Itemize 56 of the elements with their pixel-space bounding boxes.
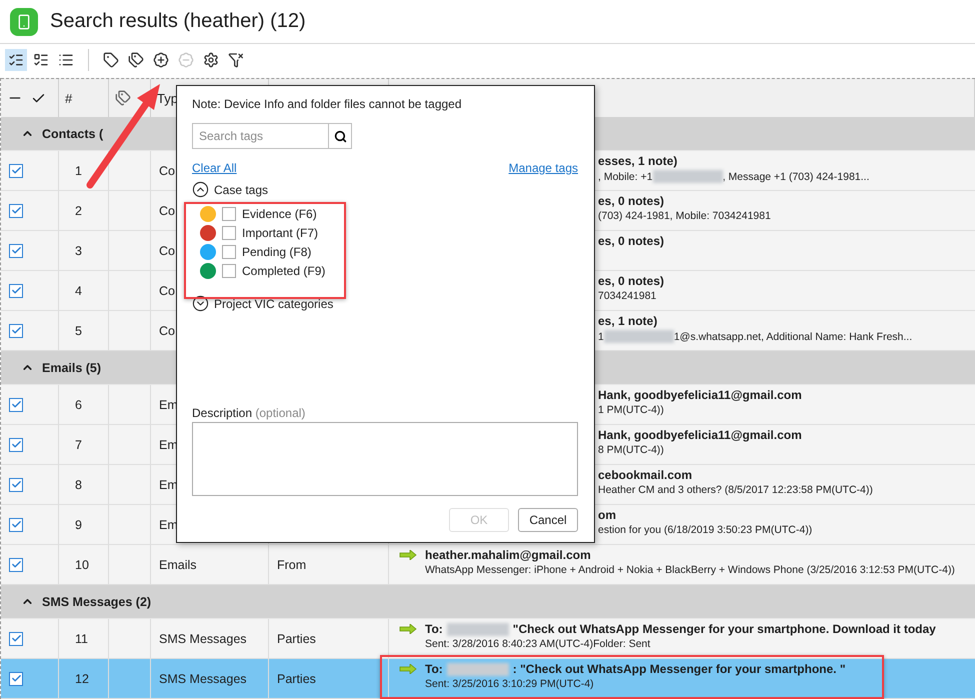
type-cell: Co [159, 244, 175, 258]
row-number: 2 [74, 204, 82, 218]
result-title: es, 0 notes) [598, 234, 664, 248]
row-number: 11 [74, 632, 88, 646]
result-title: Hank, goodbyefelicia11@gmail.com [598, 428, 802, 442]
row-number: 12 [74, 672, 89, 686]
tag-label: Completed (F9) [242, 264, 326, 278]
window-title: Search results (heather) (12) [50, 10, 306, 34]
type-cell: Co [159, 324, 175, 338]
result-title: heather.mahalim@gmail.com [425, 548, 592, 562]
row-number: 4 [74, 284, 82, 298]
result-detail: , Mobile: +1 , Message +1 (703) 424-1981... [598, 170, 870, 183]
result-detail: WhatsApp Messenger: iPhone + Android + Nokia + BlackBerry + Windows Phone (3/25/2016 3:12:53 PM(UTC-4)) [425, 564, 955, 576]
result-title: om [598, 508, 617, 522]
result-title: es, 0 notes) [598, 194, 666, 208]
type-cell: Co [159, 204, 175, 218]
result-detail: (703) 424-1981, Mobile: 7034241981 [598, 210, 771, 222]
result-title: To: : "Check out WhatsApp Messenger for your smartphone. " [425, 662, 846, 676]
table-cell: Parties [277, 672, 316, 686]
tag-label: Important (F7) [242, 226, 318, 240]
type-cell: SMS Messages [159, 672, 247, 686]
group-label: SMS Messages (2) [42, 594, 152, 608]
table-cell: Parties [277, 632, 316, 646]
description-label: Description (optional) [192, 406, 306, 420]
result-title: cebookmail.com [598, 468, 694, 482]
type-cell: Emails [159, 558, 197, 572]
result-title: To: "Check out WhatsApp Messenger for your smartphone. Download it today [425, 622, 936, 636]
result-detail: 1 PM(UTC-4)) [598, 404, 665, 416]
result-detail: 8 PM(UTC-4)) [598, 444, 665, 456]
group-label: Contacts ( [42, 126, 104, 140]
group-label: Emails (5) [42, 360, 102, 374]
result-title: es, 0 notes) [598, 274, 664, 288]
result-title: esses, 1 note) [598, 154, 678, 168]
result-title: Hank, goodbyefelicia11@gmail.com [598, 388, 802, 402]
note-text: Note: Device Info and folder files cannot be tagged [192, 97, 463, 111]
type-cell: Co [159, 284, 175, 298]
type-cell: Co [159, 164, 175, 178]
result-title: es, 1 note) [598, 314, 658, 328]
row-number: 8 [74, 478, 82, 492]
row-number: 6 [74, 398, 82, 412]
result-detail: 1 1@s.whatsapp.net, Additional Name: Hank Fresh... [598, 330, 912, 343]
tag-label: Evidence (F6) [242, 207, 317, 221]
row-number: 7 [74, 438, 82, 452]
result-detail: Sent: 3/25/2016 3:10:29 PM(UTC-4) [425, 678, 595, 690]
table-cell: From [277, 558, 306, 572]
result-detail: 7034241981 [598, 290, 658, 302]
result-detail: estion for you (6/18/2019 3:50:23 PM(UTC-4)) [598, 524, 812, 536]
type-cell: SMS Messages [159, 632, 247, 646]
row-number: 3 [74, 244, 82, 258]
row-number: 10 [74, 558, 89, 572]
result-detail: Heather CM and 3 others? (8/5/2017 12:23:58 PM(UTC-4)) [598, 484, 873, 496]
row-number: 9 [74, 518, 82, 532]
row-number: 1 [74, 164, 82, 178]
row-number: 5 [74, 324, 82, 338]
tag-label: Pending (F8) [242, 245, 312, 259]
result-detail: Sent: 3/28/2016 8:40:23 AM(UTC-4)Folder: Sent [425, 638, 652, 650]
